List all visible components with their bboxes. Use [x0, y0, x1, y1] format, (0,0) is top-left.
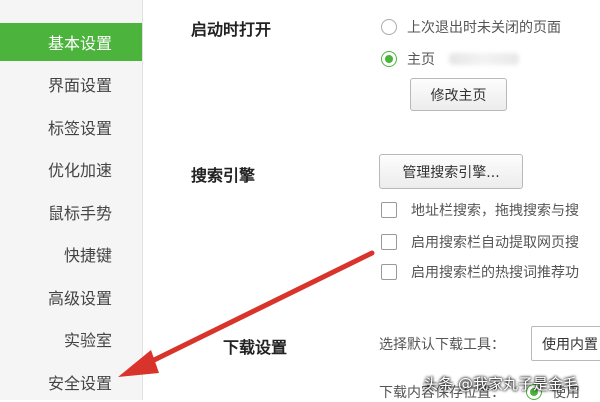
- checkbox[interactable]: [381, 264, 397, 280]
- manage-search-engines-button[interactable]: 管理搜索引擎...: [379, 154, 523, 189]
- sidebar-item-mouse-gesture[interactable]: 鼠标手势: [0, 193, 142, 231]
- search-section-title: 搜索引擎: [191, 166, 256, 185]
- sidebar-item-label: 基本设置: [47, 34, 112, 53]
- sidebar-item-label: 快捷键: [63, 246, 112, 265]
- sidebar-item-advanced[interactable]: 高级设置: [0, 278, 142, 316]
- sidebar-item-label: 标签设置: [47, 119, 112, 138]
- startup-section-title: 启动时打开: [191, 20, 272, 39]
- sidebar-item-shortcuts[interactable]: 快捷键: [0, 235, 142, 273]
- download-tool-select[interactable]: 使用内置: [531, 326, 600, 361]
- radio-label: 上次退出时未关闭的页面: [407, 20, 561, 36]
- radio-button[interactable]: [381, 19, 397, 35]
- sidebar-item-basic[interactable]: 基本设置: [0, 23, 142, 61]
- sidebar-item-lab[interactable]: 实验室: [0, 320, 142, 358]
- sidebar-item-security[interactable]: 安全设置: [0, 363, 142, 401]
- settings-sidebar: 基本设置 界面设置 标签设置 优化加速 鼠标手势 快捷键 高级设置 实验室 安全…: [0, 0, 143, 400]
- default-download-tool-label: 选择默认下载工具：: [379, 337, 505, 353]
- radio-label: 主页: [407, 52, 435, 68]
- search-option-addressbar[interactable]: 地址栏搜索，拖拽搜索与搜: [381, 200, 579, 220]
- sidebar-item-tabs[interactable]: 标签设置: [0, 108, 142, 146]
- sidebar-item-label: 界面设置: [47, 76, 112, 95]
- settings-content: 启动时打开 上次退出时未关闭的页面 主页 修改主页 搜索引擎 管理搜索引擎...…: [143, 0, 600, 401]
- sidebar-item-label: 优化加速: [47, 161, 112, 180]
- checkbox[interactable]: [381, 202, 397, 218]
- sidebar-item-interface[interactable]: 界面设置: [0, 65, 142, 103]
- search-option-autoextract[interactable]: 启用搜索栏自动提取网页搜: [381, 232, 579, 252]
- radio-button-checked[interactable]: [381, 51, 397, 67]
- startup-home-option[interactable]: 主页: [381, 49, 519, 69]
- startup-restore-option[interactable]: 上次退出时未关闭的页面: [381, 17, 561, 37]
- blurred-homepage-url: [449, 53, 519, 65]
- checkbox[interactable]: [381, 234, 397, 250]
- download-section-title: 下载设置: [223, 338, 288, 357]
- sidebar-item-optimize[interactable]: 优化加速: [0, 150, 142, 188]
- checkbox-label: 启用搜索栏的热搜词推荐功: [411, 265, 579, 281]
- sidebar-item-label: 鼠标手势: [47, 204, 112, 223]
- watermark: 头条 @我家丸子是金毛: [423, 375, 578, 393]
- search-option-hotwords[interactable]: 启用搜索栏的热搜词推荐功: [381, 262, 579, 282]
- sidebar-item-label: 安全设置: [47, 374, 112, 393]
- sidebar-item-label: 高级设置: [47, 289, 112, 308]
- change-homepage-button[interactable]: 修改主页: [410, 78, 507, 111]
- sidebar-item-label: 实验室: [63, 331, 112, 350]
- checkbox-label: 启用搜索栏自动提取网页搜: [411, 235, 579, 251]
- checkbox-label: 地址栏搜索，拖拽搜索与搜: [411, 203, 579, 219]
